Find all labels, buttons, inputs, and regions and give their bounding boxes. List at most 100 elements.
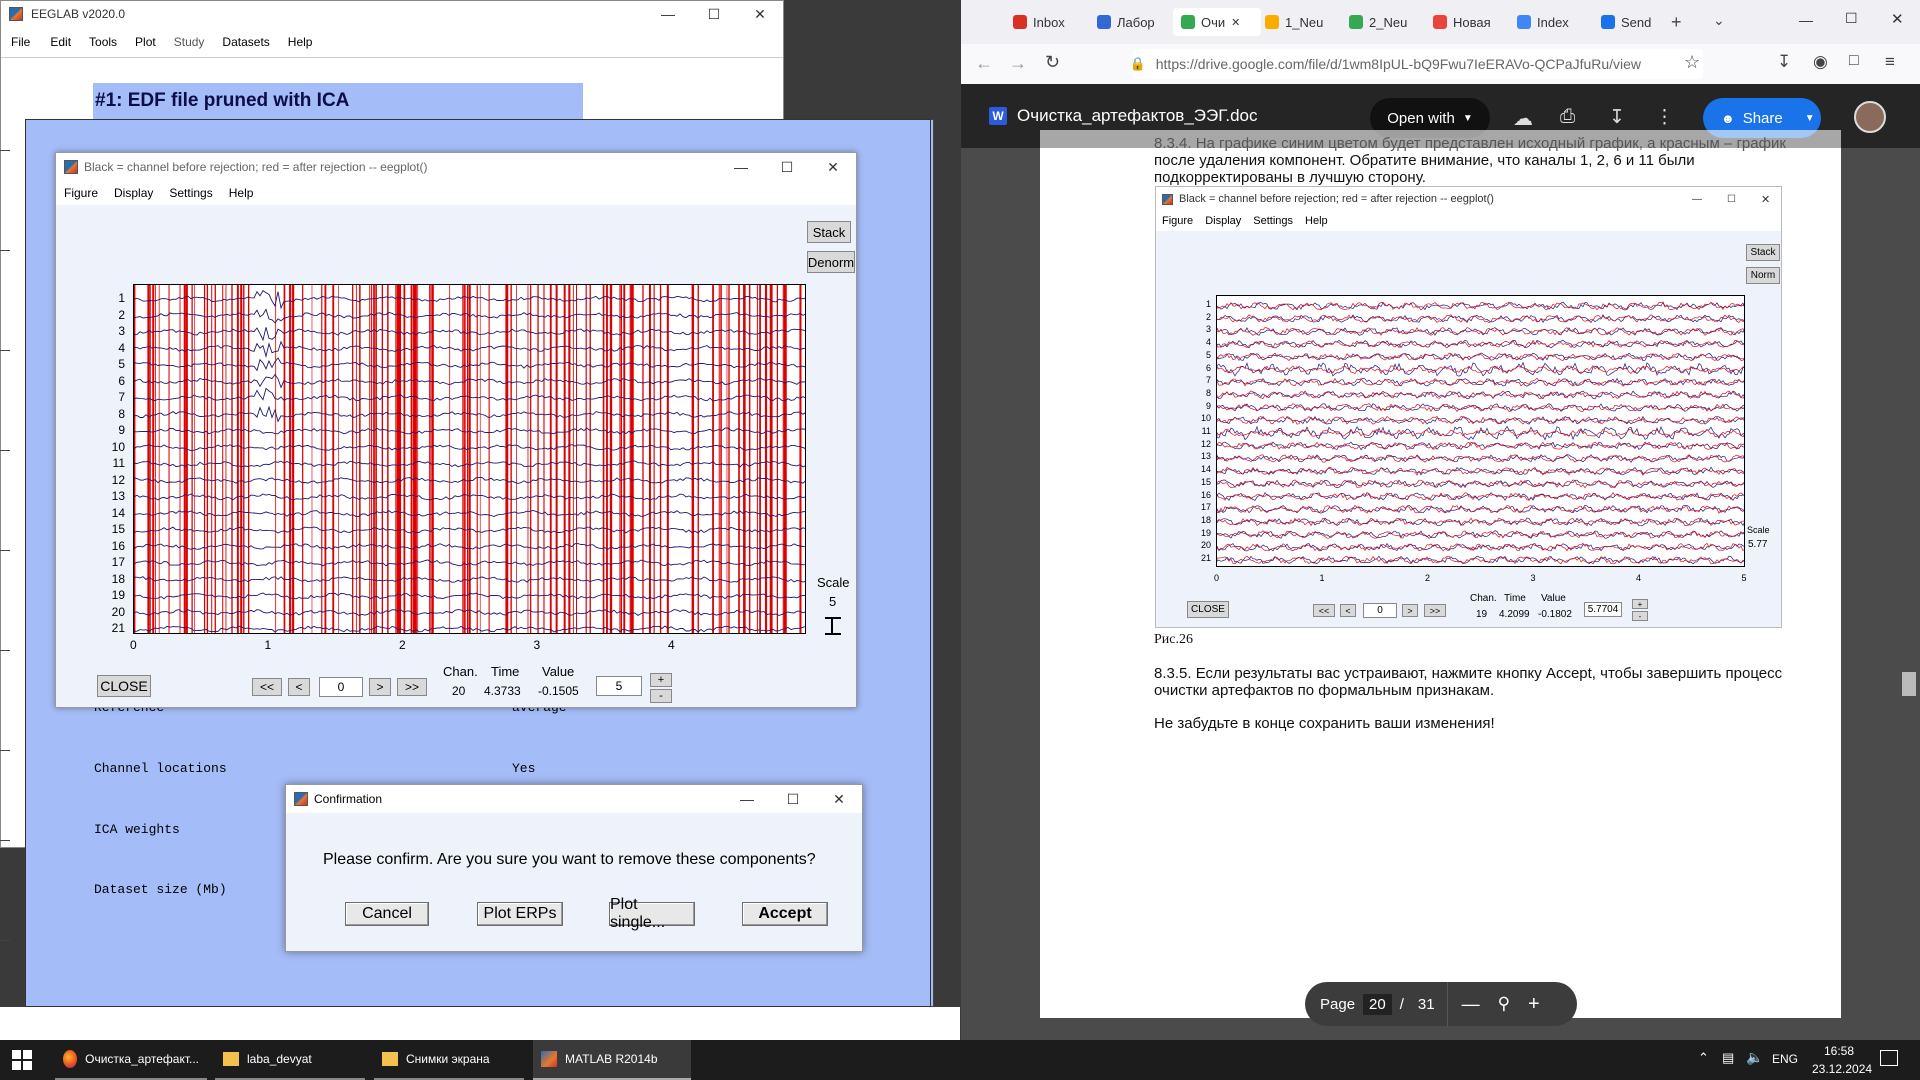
- page-current-input[interactable]: 20: [1363, 993, 1392, 1015]
- confirmation-title: Confirmation: [314, 792, 383, 806]
- pdf-text-4: 8.3.5. Если результаты вас устраивают, н…: [1154, 665, 1783, 682]
- network-icon[interactable]: ▤: [1722, 1050, 1734, 1066]
- browser-close-button[interactable]: ✕: [1891, 10, 1904, 28]
- maximize-button[interactable]: ☐: [691, 6, 737, 23]
- taskbar-label: MATLAB R2014b: [565, 1052, 658, 1066]
- eegplot-title: Black = channel before rejection; red = …: [84, 160, 428, 174]
- print-icon[interactable]: ⎙: [1560, 106, 1575, 128]
- language-indicator[interactable]: ENG: [1772, 1052, 1798, 1066]
- menu-edit[interactable]: Edit: [50, 35, 71, 55]
- account-icon[interactable]: ◉: [1813, 52, 1828, 72]
- menu-icon[interactable]: ≡: [1885, 52, 1895, 72]
- menu-help[interactable]: Help: [288, 35, 313, 55]
- menu-figure[interactable]: Figure: [64, 186, 98, 200]
- menu-tools[interactable]: Tools: [89, 35, 117, 55]
- accept-button[interactable]: Accept: [742, 902, 828, 926]
- menu-display[interactable]: Display: [114, 186, 153, 200]
- menu-settings[interactable]: Settings: [169, 186, 212, 200]
- menu-file[interactable]: File: [11, 35, 30, 55]
- browser-tab-6[interactable]: Index: [1517, 8, 1595, 36]
- browser-tab-4[interactable]: 2_Neu: [1349, 8, 1427, 36]
- close-button[interactable]: ✕: [737, 6, 783, 23]
- volume-icon[interactable]: 🔈: [1746, 1049, 1763, 1066]
- browser-tab-3[interactable]: 1_Neu: [1265, 8, 1343, 36]
- channel-label: 21: [111, 621, 125, 635]
- taskbar-item-matlab[interactable]: MATLAB R2014b: [533, 1040, 691, 1080]
- start-icon[interactable]: [12, 1050, 32, 1070]
- row-size-label: Dataset size (Mb): [94, 882, 227, 897]
- tray-chevron-icon[interactable]: ⌃: [1698, 1050, 1709, 1066]
- tab-close-icon[interactable]: ✕: [1231, 16, 1240, 29]
- zoom-icon[interactable]: ⚲: [1498, 994, 1510, 1014]
- back-icon[interactable]: ←: [975, 53, 993, 74]
- clock-date[interactable]: 23.12.2024: [1812, 1062, 1872, 1076]
- close-plot-button[interactable]: CLOSE: [97, 675, 151, 697]
- taskbar-item-folder-1[interactable]: laba_devyat: [215, 1040, 365, 1080]
- taskbar-item-firefox[interactable]: Очистка_артефакт...: [55, 1040, 207, 1080]
- browser-window: Inbox Лабор Очи ✕ 1_Neu 2_Neu Новая Index Send +…: [961, 0, 1920, 1040]
- menu-help[interactable]: Help: [229, 186, 254, 200]
- minimize-button[interactable]: —: [718, 159, 764, 175]
- close-button[interactable]: ✕: [816, 791, 862, 808]
- browser-tab-0[interactable]: Inbox: [1013, 8, 1091, 36]
- taskbar-item-folder-2[interactable]: Снимки экрана: [374, 1040, 524, 1080]
- nav-last-button[interactable]: >>: [397, 678, 427, 696]
- figure-channel-label: 10: [1200, 413, 1211, 424]
- zoom-out-icon[interactable]: —: [1462, 994, 1480, 1015]
- scrollbar-thumb[interactable]: [1902, 672, 1916, 696]
- clock-time[interactable]: 16:58: [1824, 1044, 1854, 1058]
- browser-tab-1[interactable]: Лабор: [1097, 8, 1175, 36]
- notifications-icon[interactable]: [1880, 1050, 1898, 1066]
- figure-trace: [1217, 517, 1744, 527]
- bookmark-star-icon[interactable]: ☆: [1684, 52, 1700, 73]
- matlab-icon: [64, 160, 78, 174]
- close-button[interactable]: ✕: [810, 159, 856, 176]
- scale-plus-button[interactable]: +: [650, 673, 672, 687]
- stack-button[interactable]: Stack: [807, 221, 851, 243]
- nav-position-input[interactable]: 0: [319, 677, 363, 697]
- denorm-button[interactable]: Denorm: [807, 251, 855, 273]
- eeglab-menubar: File Edit Tools Plot Study Datasets Help: [1, 35, 783, 55]
- new-tab-button[interactable]: +: [1671, 12, 1682, 33]
- tab-favicon-icon: [1181, 15, 1195, 29]
- user-avatar[interactable]: [1854, 101, 1886, 133]
- nav-first-button[interactable]: <<: [252, 678, 282, 696]
- folder-icon: [382, 1052, 398, 1066]
- maximize-button[interactable]: ☐: [770, 791, 816, 808]
- menu-study[interactable]: Study: [174, 35, 205, 55]
- browser-minimize-button[interactable]: —: [1799, 12, 1813, 28]
- extensions-icon[interactable]: □: [1849, 52, 1859, 70]
- plot-erps-button[interactable]: Plot ERPs: [477, 902, 563, 926]
- scale-minus-button[interactable]: -: [650, 689, 672, 703]
- add-to-drive-icon[interactable]: ☁: [1513, 106, 1533, 131]
- browser-tab-5[interactable]: Новая: [1433, 8, 1511, 36]
- browser-tab-2[interactable]: Очи ✕: [1173, 8, 1261, 36]
- share-caret-icon[interactable]: ▼: [1805, 113, 1815, 124]
- tab-list-icon[interactable]: ⌄: [1713, 12, 1725, 29]
- nav-next-button[interactable]: >: [369, 678, 391, 696]
- url-text[interactable]: https://drive.google.com/file/d/1wm8IpUL…: [1156, 56, 1641, 72]
- zoom-in-icon[interactable]: +: [1528, 993, 1540, 1016]
- nav-prev-button[interactable]: <: [288, 678, 310, 696]
- scale-input[interactable]: 5: [596, 676, 642, 696]
- download-icon[interactable]: ↧: [1777, 52, 1791, 72]
- maximize-button[interactable]: ☐: [764, 159, 810, 176]
- minimize-button[interactable]: —: [724, 791, 770, 807]
- download-file-icon[interactable]: ↧: [1609, 106, 1625, 129]
- figure-caption: Рис.26: [1154, 632, 1193, 647]
- plot-single-button[interactable]: Plot single...: [609, 896, 695, 931]
- figure-readout-time-h: Time: [1504, 593, 1526, 604]
- browser-tab-7[interactable]: Send: [1601, 8, 1679, 36]
- forward-icon[interactable]: →: [1009, 53, 1027, 74]
- url-bar[interactable]: ◯ 🔒 https://drive.google.com/file/d/1wm8…: [1133, 49, 1703, 79]
- browser-maximize-button[interactable]: ☐: [1845, 10, 1858, 27]
- figure-trace: [1217, 377, 1744, 387]
- eeg-plot-area[interactable]: [133, 284, 806, 634]
- reload-icon[interactable]: ↻: [1045, 52, 1060, 73]
- more-options-icon[interactable]: ⋮: [1655, 106, 1674, 129]
- channel-label: 9: [118, 423, 125, 437]
- menu-plot[interactable]: Plot: [135, 35, 156, 55]
- cancel-button[interactable]: Cancel: [345, 902, 429, 926]
- minimize-button[interactable]: —: [645, 6, 691, 22]
- menu-datasets[interactable]: Datasets: [222, 35, 269, 55]
